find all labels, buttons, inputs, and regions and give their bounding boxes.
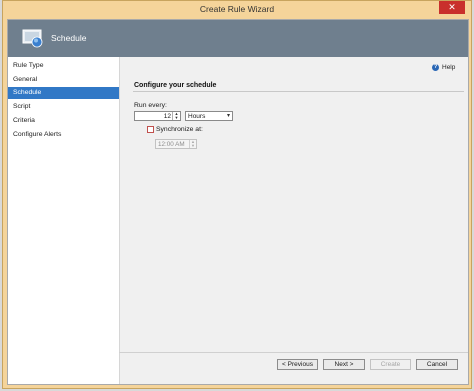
footer-divider bbox=[119, 352, 468, 353]
close-button[interactable]: ✕ bbox=[439, 1, 465, 14]
title-bar: Create Rule Wizard ✕ bbox=[3, 1, 471, 19]
run-every-label: Run every: bbox=[134, 102, 167, 109]
sidebar-item-schedule[interactable]: Schedule bbox=[8, 87, 119, 99]
wizard-window: Create Rule Wizard ✕ Schedule Rule Type … bbox=[2, 0, 472, 389]
synchronize-label: Synchronize at: bbox=[156, 126, 203, 133]
cancel-button[interactable]: Cancel bbox=[416, 359, 458, 370]
help-link[interactable]: ? Help bbox=[432, 64, 455, 71]
section-divider bbox=[133, 91, 464, 92]
spinner-arrows[interactable]: ▲ ▼ bbox=[172, 112, 180, 120]
wizard-content: Schedule Rule Type General Schedule Scri… bbox=[7, 19, 469, 385]
previous-button[interactable]: < Previous bbox=[277, 359, 318, 370]
time-spinner-arrows: ▲ ▼ bbox=[189, 140, 196, 148]
time-down-icon: ▼ bbox=[191, 143, 195, 148]
sidebar-item-configure-alerts[interactable]: Configure Alerts bbox=[8, 129, 119, 141]
spin-down-icon[interactable]: ▼ bbox=[173, 116, 180, 120]
help-label: Help bbox=[442, 64, 456, 71]
sync-time-picker: 12:00 AM ▲ ▼ bbox=[155, 139, 197, 149]
sidebar-item-general[interactable]: General bbox=[8, 74, 119, 86]
create-button: Create bbox=[370, 359, 411, 370]
help-icon: ? bbox=[432, 64, 439, 71]
synchronize-checkbox[interactable] bbox=[147, 126, 154, 133]
sidebar-item-criteria[interactable]: Criteria bbox=[8, 115, 119, 127]
sidebar-item-rule-type[interactable]: Rule Type bbox=[8, 60, 119, 72]
sync-time-value: 12:00 AM bbox=[158, 141, 185, 148]
run-every-value: 12 bbox=[163, 113, 171, 120]
chevron-down-icon: ▾ bbox=[226, 113, 230, 119]
page-title: Schedule bbox=[51, 33, 87, 43]
wizard-steps-sidebar: Rule Type General Schedule Script Criter… bbox=[8, 57, 120, 384]
interval-unit-select[interactable]: Hours ▾ bbox=[185, 111, 233, 121]
next-button[interactable]: Next > bbox=[323, 359, 365, 370]
page-header: Schedule bbox=[8, 20, 468, 57]
interval-unit-value: Hours bbox=[188, 113, 206, 120]
sidebar-item-script[interactable]: Script bbox=[8, 101, 119, 113]
section-title: Configure your schedule bbox=[134, 82, 217, 89]
schedule-page-icon bbox=[22, 29, 43, 48]
window-title: Create Rule Wizard bbox=[199, 4, 275, 14]
run-every-spinner[interactable]: 12 ▲ ▼ bbox=[134, 111, 181, 121]
